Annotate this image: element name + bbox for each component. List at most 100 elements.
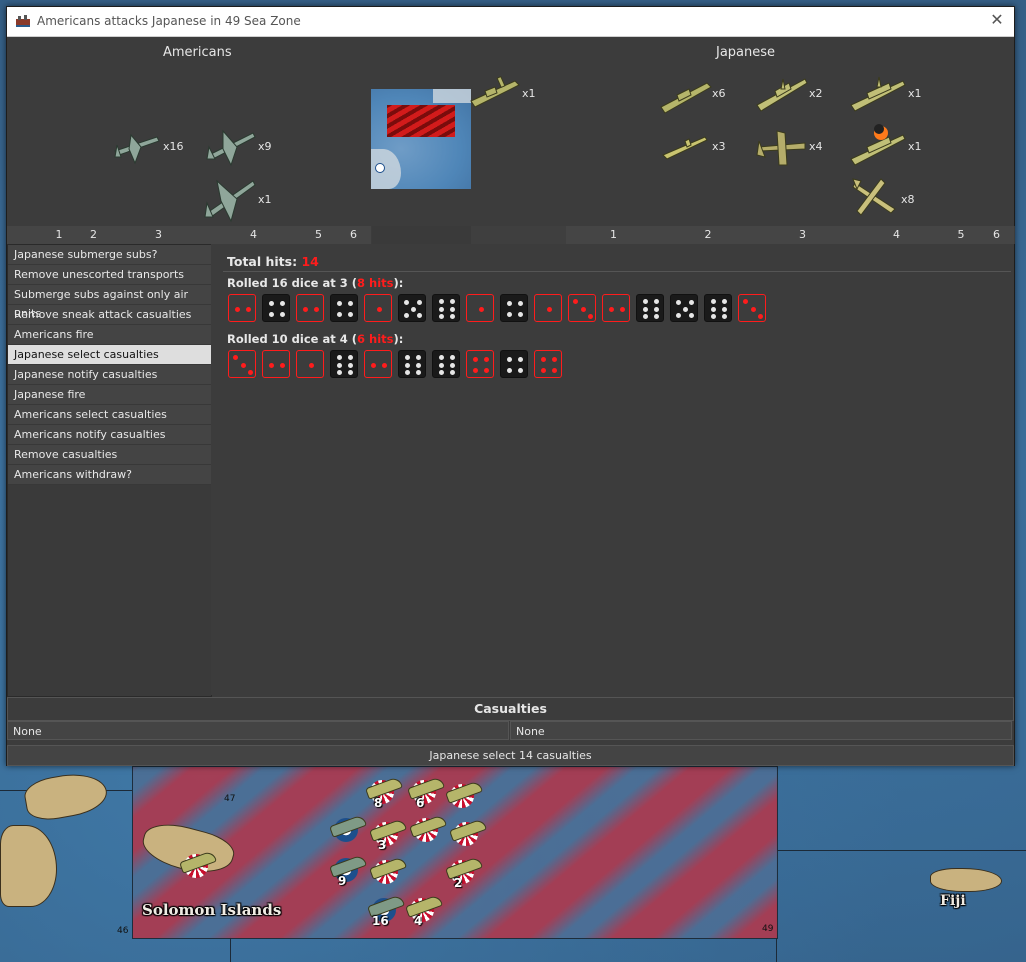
step-item-selected[interactable]: Japanese select casualties	[8, 345, 211, 365]
fighter-icon[interactable]	[849, 175, 899, 221]
die-hit	[364, 294, 392, 322]
roll-hits: 6 hits	[357, 332, 394, 346]
battle-steps-list[interactable]: Japanese submerge subs? Remove unescorte…	[7, 244, 212, 697]
cruiser-icon[interactable]	[755, 69, 809, 113]
unit-count: x16	[163, 140, 184, 153]
step-item[interactable]: Remove unescorted transports	[8, 265, 211, 285]
damaged-battleship-icon[interactable]	[849, 121, 907, 167]
zone-border	[776, 850, 1026, 851]
us-tactical-bomber-icon[interactable]	[205, 125, 259, 169]
fiji-island	[930, 868, 1002, 892]
step-item[interactable]: Submerge subs against only air units	[8, 285, 211, 320]
attacker-label: Americans	[163, 45, 232, 60]
defender-label: Japanese	[716, 45, 776, 60]
unit-count: x1	[908, 140, 922, 153]
transport-counter[interactable]: 6	[407, 776, 445, 810]
roll-prefix: Rolled 16 dice at 3 (	[227, 276, 357, 290]
die-miss	[398, 350, 426, 378]
die-hit	[296, 294, 324, 322]
title-bar[interactable]: Americans attacks Japanese in 49 Sea Zon…	[7, 7, 1014, 37]
cruiser-counter[interactable]: 3	[369, 818, 407, 852]
attacker-strip-2: 2	[76, 226, 112, 244]
unit-count: x2	[809, 87, 823, 100]
battleship-icon[interactable]	[849, 71, 907, 113]
battle-dialog: Americans attacks Japanese in 49 Sea Zon…	[6, 6, 1015, 766]
strip-spacer	[471, 226, 567, 244]
fighter-counter[interactable]: 4	[405, 894, 443, 928]
zone-number: 47	[224, 794, 236, 804]
die-miss	[432, 350, 460, 378]
unit-count: x6	[712, 87, 726, 100]
die-hit	[568, 294, 596, 322]
unit-count: x4	[809, 140, 823, 153]
zone-number: 46	[117, 926, 129, 936]
cruiser-counter[interactable]	[409, 814, 447, 844]
die-hit	[364, 350, 392, 378]
die-hit	[602, 294, 630, 322]
step-item[interactable]: Americans notify casualties	[8, 425, 211, 445]
die-hit	[466, 350, 494, 378]
dice-results-panel: Total hits: 14 Rolled 16 dice at 3 (8 hi…	[211, 244, 1013, 695]
fighter-counter[interactable]: 8	[365, 776, 403, 810]
tactical-bomber-counter[interactable]: 2	[445, 856, 483, 890]
die-miss	[500, 294, 528, 322]
step-item[interactable]: Japanese submerge subs?	[8, 245, 211, 265]
submarine-counter[interactable]	[369, 856, 407, 886]
transport-icon[interactable]	[469, 69, 521, 109]
fiji-label: Fiji	[940, 893, 966, 909]
step-item[interactable]: Americans fire	[8, 325, 211, 345]
us-fighter-counter[interactable]	[329, 814, 367, 844]
step-item[interactable]: Japanese fire	[8, 385, 211, 405]
roll-suffix: ):	[393, 276, 404, 290]
battleship-counter[interactable]	[445, 780, 483, 810]
attacker-strip-3: 3	[111, 226, 207, 244]
die-hit	[466, 294, 494, 322]
die-miss	[262, 294, 290, 322]
step-item[interactable]: Americans select casualties	[8, 405, 211, 425]
zone-number: 49	[762, 924, 774, 934]
select-casualties-button[interactable]: Japanese select 14 casualties	[7, 745, 1014, 766]
close-icon[interactable]: ✕	[988, 11, 1006, 29]
total-hits: Total hits: 14	[227, 254, 319, 269]
unit-count: x3	[712, 140, 726, 153]
transport-icon[interactable]	[659, 71, 713, 115]
damaged-battleship-counter[interactable]	[449, 818, 487, 848]
step-item[interactable]: Americans withdraw?	[8, 465, 211, 485]
us-bomber-icon[interactable]	[203, 173, 259, 223]
step-item[interactable]: Remove sneak attack casualties	[8, 305, 211, 325]
island	[21, 768, 111, 824]
casualties-header: Casualties	[7, 697, 1014, 721]
island	[0, 825, 57, 907]
defender-strip-1: 1	[566, 226, 662, 244]
die-hit	[534, 294, 562, 322]
defender-strip-5: 5	[943, 226, 980, 244]
die-hit	[228, 294, 256, 322]
die-hit	[296, 350, 324, 378]
roll-hits: 8 hits	[357, 276, 394, 290]
territory-unit-counter[interactable]	[179, 850, 217, 880]
die-hit	[262, 350, 290, 378]
attacker-casualties: None	[7, 721, 509, 740]
unit-count: x8	[901, 193, 915, 206]
us-fighter-counter[interactable]: 16	[367, 894, 405, 928]
game-icon	[16, 15, 30, 27]
die-hit	[228, 350, 256, 378]
tactical-bomber-icon[interactable]	[755, 125, 809, 169]
die-hit	[534, 350, 562, 378]
submarine-icon[interactable]	[661, 127, 709, 161]
us-fighter-icon[interactable]	[111, 127, 163, 167]
territory-label: Solomon Islands	[142, 901, 282, 919]
defender-strip-3: 3	[755, 226, 851, 244]
us-bomber-counter[interactable]: 9	[329, 854, 367, 888]
defender-strip-2: 2	[661, 226, 756, 244]
step-item[interactable]: Remove casualties	[8, 445, 211, 465]
unit-count: x1	[522, 87, 536, 100]
roll-summary-1: Rolled 16 dice at 3 (8 hits):	[227, 276, 403, 290]
attacker-strip-5: 5	[301, 226, 337, 244]
step-item[interactable]: Japanese notify casualties	[8, 365, 211, 385]
zone-border	[230, 937, 231, 962]
defender-strip-4: 4	[850, 226, 944, 244]
roll-suffix: ):	[393, 332, 404, 346]
unit-count: x9	[258, 140, 272, 153]
unit-count: x1	[258, 193, 272, 206]
